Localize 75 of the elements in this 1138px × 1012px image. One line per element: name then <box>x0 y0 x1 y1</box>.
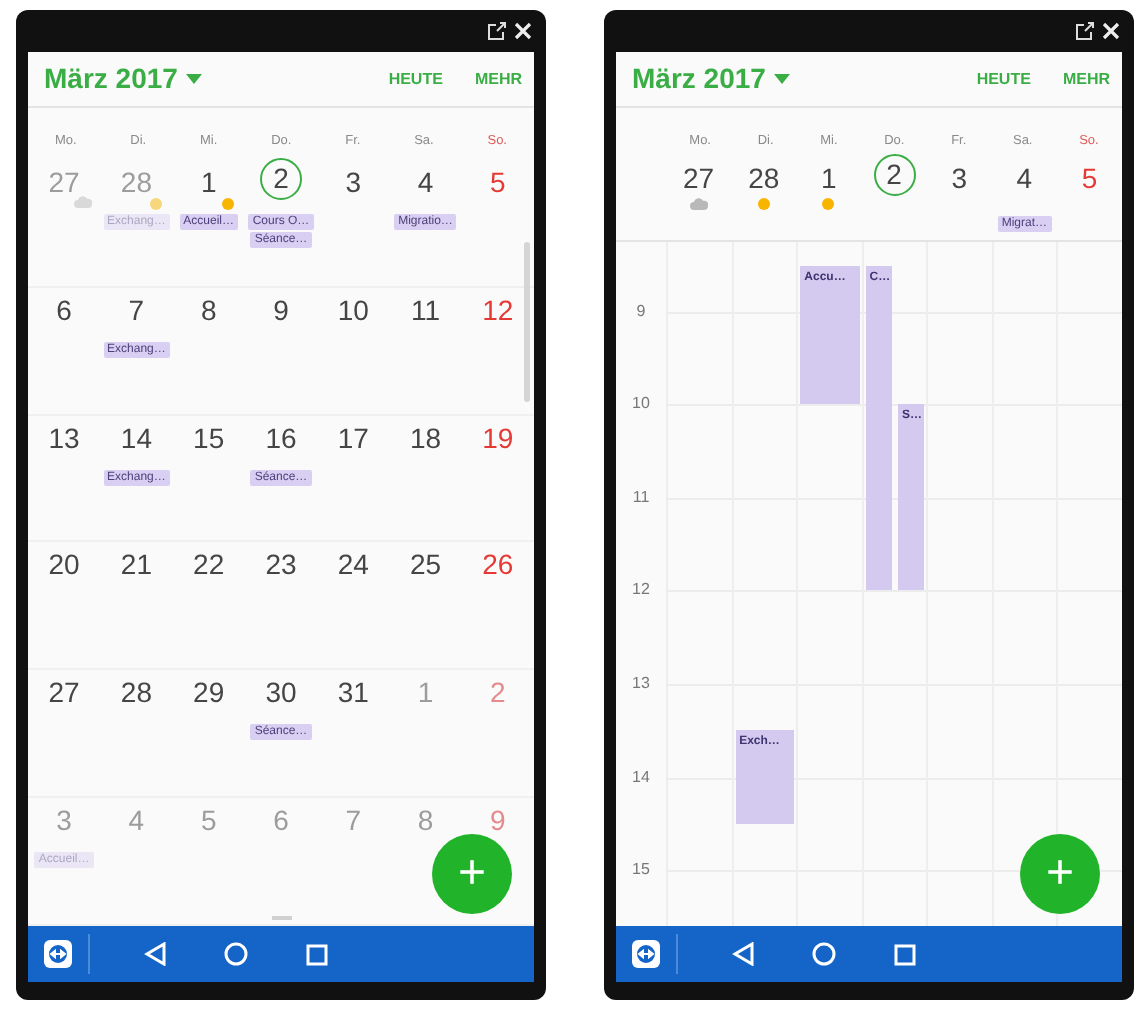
hour-label: 14 <box>630 765 652 790</box>
remote-icon <box>632 940 660 968</box>
home-button[interactable] <box>224 942 248 966</box>
day-number[interactable]: 3 <box>938 160 981 192</box>
hour-label: 12 <box>630 578 652 603</box>
hour-label: 13 <box>630 672 652 697</box>
scrollbar[interactable] <box>524 242 530 402</box>
back-icon <box>144 942 166 966</box>
day-number[interactable]: 5 <box>1068 160 1111 192</box>
day-number[interactable]: 13 <box>43 419 86 452</box>
hour-label: 11 <box>630 485 652 510</box>
recents-icon <box>306 943 328 965</box>
day-number[interactable]: 12 <box>476 291 519 324</box>
popout-icon[interactable] <box>488 22 506 40</box>
day-number[interactable]: 17 <box>332 419 375 452</box>
popout-icon[interactable] <box>1076 22 1094 40</box>
day-number[interactable]: 5 <box>476 164 519 196</box>
recents-icon <box>894 943 916 965</box>
back-button[interactable] <box>144 942 166 966</box>
day-number[interactable]: 28 <box>115 674 158 707</box>
cloud-icon <box>74 196 93 208</box>
remote-app-button[interactable] <box>44 940 72 968</box>
day-number[interactable]: 24 <box>332 546 375 579</box>
day-number[interactable]: 26 <box>476 546 519 579</box>
remote-icon <box>44 940 72 968</box>
sun-icon <box>148 196 165 212</box>
sun-icon <box>820 195 837 211</box>
hour-label: 9 <box>634 299 648 324</box>
close-icon[interactable] <box>514 22 532 40</box>
day-number[interactable]: 2 <box>259 158 302 200</box>
day-number[interactable]: 2 <box>873 154 916 196</box>
back-button[interactable] <box>732 942 754 966</box>
day-number[interactable]: 9 <box>259 291 302 324</box>
day-number[interactable]: 18 <box>404 419 447 452</box>
day-number[interactable]: 11 <box>404 291 447 324</box>
back-icon <box>732 942 754 966</box>
recents-button[interactable] <box>894 943 916 965</box>
recents-button[interactable] <box>306 943 328 965</box>
day-number[interactable]: 16 <box>259 419 302 452</box>
remote-app-button[interactable] <box>632 940 660 968</box>
day-number[interactable]: 20 <box>43 546 86 579</box>
close-icon[interactable] <box>1102 22 1120 40</box>
day-number[interactable]: 15 <box>187 419 230 452</box>
drag-handle[interactable] <box>271 916 291 920</box>
day-number[interactable]: 31 <box>332 674 375 707</box>
day-number[interactable]: 29 <box>187 674 230 707</box>
day-number[interactable]: 7 <box>115 291 158 324</box>
day-number[interactable]: 4 <box>404 164 447 196</box>
day-number[interactable]: 22 <box>187 546 230 579</box>
day-number[interactable]: 10 <box>332 291 375 324</box>
day-number[interactable]: 3 <box>332 164 375 196</box>
day-number[interactable]: 30 <box>259 674 302 707</box>
day-number[interactable]: 27 <box>43 674 86 707</box>
day-number[interactable]: 27 <box>677 160 720 192</box>
caret-icon <box>773 74 790 84</box>
day-number[interactable]: 21 <box>115 546 158 579</box>
sun-icon <box>220 196 237 212</box>
sun-icon <box>755 195 772 211</box>
day-number[interactable]: 6 <box>43 291 86 324</box>
day-number[interactable]: 14 <box>115 419 158 452</box>
day-number[interactable]: 28 <box>742 160 785 192</box>
hour-label: 10 <box>630 392 652 417</box>
day-number[interactable]: 23 <box>259 546 302 579</box>
home-icon <box>224 942 248 966</box>
caret-icon <box>185 74 202 84</box>
day-number[interactable]: 1 <box>187 164 230 196</box>
hour-label: 15 <box>630 858 652 883</box>
day-number[interactable]: 25 <box>404 546 447 579</box>
cloud-icon <box>689 197 708 209</box>
day-number[interactable]: 4 <box>1003 160 1046 192</box>
day-number[interactable]: 1 <box>807 160 850 192</box>
day-number[interactable]: 8 <box>187 291 230 324</box>
home-icon <box>812 942 836 966</box>
home-button[interactable] <box>812 942 836 966</box>
day-number[interactable]: 19 <box>476 419 519 452</box>
